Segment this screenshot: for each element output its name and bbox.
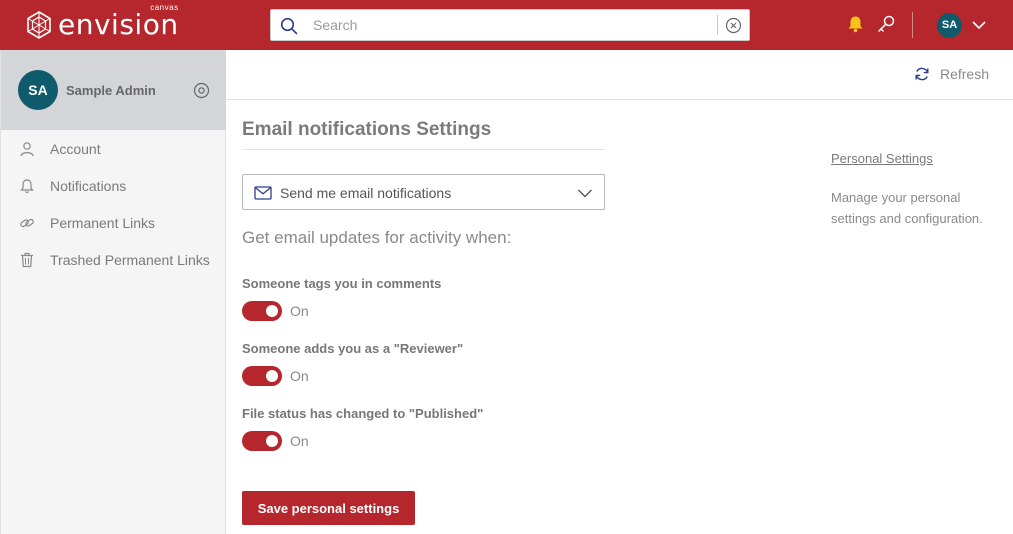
sidebar-item-trashed-permanent-links[interactable]: Trashed Permanent Links (1, 241, 226, 278)
brand-name-text: envision (58, 8, 179, 41)
sidebar-item-label: Account (50, 140, 101, 157)
sidebar-item-label: Trashed Permanent Links (50, 251, 210, 268)
link-icon (20, 218, 34, 227)
key-icon[interactable] (876, 14, 896, 34)
sidebar-item-label: Permanent Links (50, 214, 156, 231)
option-label-reviewer: Someone adds you as a "Reviewer" (242, 341, 464, 356)
profile-name: Sample Admin (66, 83, 156, 98)
search-divider (717, 15, 718, 35)
profile-card: SA Sample Admin (1, 50, 226, 130)
chevron-down-icon[interactable] (971, 19, 987, 31)
search-box (270, 9, 750, 41)
refresh-button[interactable]: Refresh (914, 66, 989, 82)
content-toolbar: Refresh (226, 50, 1013, 100)
envelope-icon (254, 186, 272, 200)
bell-icon (20, 178, 34, 193)
toggle-state-published: On (290, 433, 309, 449)
page-title: Email notifications Settings (242, 119, 492, 140)
personal-settings-link[interactable]: Personal Settings (831, 151, 933, 166)
search-icon[interactable] (280, 17, 298, 35)
bell-icon[interactable] (847, 15, 864, 33)
section-subtitle: Get email updates for activity when: (242, 228, 512, 247)
option-label-published: File status has changed to "Published" (242, 406, 484, 421)
sidebar-item-permanent-links[interactable]: Permanent Links (1, 204, 226, 241)
header-divider (912, 12, 913, 38)
trash-icon (21, 252, 33, 267)
user-icon (20, 141, 34, 156)
email-frequency-value: Send me email notifications (280, 185, 452, 201)
brand-subname: canvas (150, 3, 179, 12)
save-button[interactable]: Save personal settings (242, 491, 415, 525)
refresh-label: Refresh (939, 66, 989, 82)
profile-avatar: SA (18, 70, 58, 110)
personal-settings-description: Manage your personal settings and config… (831, 190, 983, 226)
toggle-reviewer[interactable] (242, 366, 282, 386)
settings-icon[interactable] (193, 82, 210, 99)
toggle-tags[interactable] (242, 301, 282, 321)
brand-name: envision canvas (58, 4, 179, 41)
sidebar-item-label: Notifications (50, 177, 127, 194)
email-frequency-select[interactable]: Send me email notifications (242, 174, 605, 210)
user-avatar[interactable]: SA (937, 13, 962, 38)
toggle-knob (266, 435, 278, 447)
clear-icon[interactable] (725, 17, 742, 34)
chevron-down-icon (578, 189, 592, 198)
sidebar-nav: Account Notifications Permanent Links Tr… (1, 130, 226, 278)
brand-mark-icon (27, 11, 51, 39)
sidebar: SA Sample Admin Account Notifications Pe… (0, 50, 226, 534)
search-input[interactable] (313, 10, 713, 40)
brand-logo[interactable]: envision canvas (24, 4, 179, 42)
toggle-knob (266, 370, 278, 382)
toggle-state-tags: On (290, 303, 309, 319)
title-divider (242, 149, 605, 150)
toggle-knob (266, 305, 278, 317)
top-bar: envision canvas SA (0, 0, 1013, 50)
sidebar-item-account[interactable]: Account (1, 130, 226, 167)
toggle-published[interactable] (242, 431, 282, 451)
toggle-state-reviewer: On (290, 368, 309, 384)
sidebar-item-notifications[interactable]: Notifications (1, 167, 226, 204)
refresh-icon (915, 67, 929, 81)
option-label-tags: Someone tags you in comments (242, 276, 442, 291)
